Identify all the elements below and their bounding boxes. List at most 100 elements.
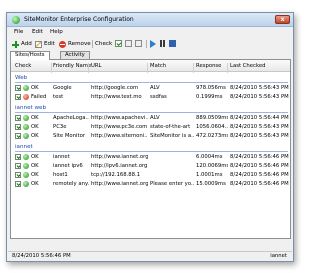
group-header[interactable]: Web <box>11 74 290 83</box>
cell-name: PC3e <box>53 124 67 130</box>
status-ok-icon <box>23 115 29 121</box>
menu-edit[interactable]: Edit <box>32 29 43 35</box>
edit-pencil-icon <box>35 40 42 48</box>
table-row[interactable]: OK Google http://google.com ALV 978.056ms 8/2… <box>11 84 290 92</box>
cell-url: http://www.iannet.org <box>91 181 148 187</box>
cell-name: Site Monitor <box>53 133 85 139</box>
close-button[interactable]: x <box>275 15 290 24</box>
cell-last: 8/24/2010 5:56:46 PM <box>230 163 289 169</box>
add-button[interactable]: Add <box>12 39 32 49</box>
row-checkbox[interactable] <box>15 172 21 178</box>
row-checkbox[interactable] <box>15 163 21 169</box>
status-ok-icon <box>23 133 29 139</box>
check-button[interactable]: Check <box>95 39 112 49</box>
cell-response: 978.056ms <box>196 85 226 91</box>
cell-match: SiteMonitor is a... <box>150 133 194 139</box>
row-checkbox[interactable] <box>15 124 21 130</box>
cell-url: http://www.sitemoni... <box>91 133 148 139</box>
sites-table[interactable]: Check Friendly Name URL Match Response L… <box>10 59 291 239</box>
tab-activity[interactable]: Activity <box>60 51 90 59</box>
checkbox-icon[interactable] <box>115 40 122 47</box>
cell-url: http://www.pc3e.com <box>91 124 148 130</box>
table-row[interactable]: OK ApacheLoga... http://www.apachevi... ALV… <box>11 114 290 122</box>
cell-match: ssdfas <box>150 94 167 100</box>
cell-url: http://ipv6.iannet.org <box>91 163 148 169</box>
row-checkbox[interactable] <box>15 181 21 187</box>
status-ok-icon <box>23 124 29 130</box>
cell-last: 8/24/2010 5:56:46 PM <box>230 172 289 178</box>
row-checkbox[interactable] <box>15 115 21 121</box>
add-label: Add <box>21 41 32 47</box>
cell-url: http://www.test.mo <box>91 94 142 100</box>
cell-last: 8/24/2010 5:56:46 PM <box>230 154 289 160</box>
group-divider <box>15 112 288 113</box>
cell-match: ALV <box>150 85 160 91</box>
cell-last: 8/24/2010 5:56:46 PM <box>230 181 289 187</box>
edit-button[interactable]: Edit <box>35 39 55 49</box>
status-ok-icon <box>23 163 29 169</box>
cell-last: 8/24/2010 5:56:43 PM <box>230 94 289 100</box>
document-icon[interactable] <box>135 40 142 47</box>
status-text: OK <box>31 181 39 187</box>
cell-response: 120.0069ms <box>196 163 228 169</box>
group-divider <box>15 151 288 152</box>
cell-response: 1056.0604... <box>196 124 228 130</box>
status-time: 8/24/2010 5:56:46 PM <box>12 253 71 259</box>
table-row[interactable]: OK host1 tcp://192.168.88.1 1.0001ms 8/24/20… <box>11 171 290 179</box>
row-checkbox[interactable] <box>15 154 21 160</box>
status-text: OK <box>31 115 39 121</box>
col-last-checked[interactable]: Last Checked <box>230 63 265 69</box>
edit-label: Edit <box>44 41 55 47</box>
app-window: SiteMonitor Enterprise Configuration x F… <box>6 12 294 262</box>
col-match[interactable]: Match <box>150 63 166 69</box>
row-checkbox[interactable] <box>15 94 21 100</box>
menu-file[interactable]: File <box>14 29 23 35</box>
cell-match: ALV <box>150 115 160 121</box>
column-divider[interactable] <box>193 63 194 73</box>
column-divider[interactable] <box>51 63 52 73</box>
row-checkbox[interactable] <box>15 85 21 91</box>
cell-name: remotely any... <box>53 181 89 187</box>
col-check[interactable]: Check <box>15 63 31 69</box>
plus-icon <box>12 40 19 48</box>
group-header[interactable]: iannet web <box>11 104 290 113</box>
table-row[interactable]: OK iannet http://www.iannet.org 6.0004ms 8/2… <box>11 153 290 161</box>
tab-sites-hosts[interactable]: Sites/Hosts <box>10 51 50 60</box>
cell-response: 889.0509ms <box>196 115 228 121</box>
menu-help[interactable]: Help <box>50 29 63 35</box>
remove-button[interactable]: Remove <box>59 39 91 49</box>
cell-response: 1.0001ms <box>196 172 223 178</box>
cell-last: 8/24/2010 5:56:43 PM <box>230 124 289 130</box>
cell-url: tcp://192.168.88.1 <box>91 172 141 178</box>
menu-bar: File Edit Help <box>8 28 292 37</box>
column-divider[interactable] <box>227 63 228 73</box>
table-row[interactable]: OK remotely any... http://www.iannet.org Pl… <box>11 180 290 188</box>
copy-icon[interactable] <box>125 40 132 47</box>
column-divider[interactable] <box>147 63 148 73</box>
title-bar: SiteMonitor Enterprise Configuration x <box>7 13 293 27</box>
col-response[interactable]: Response <box>196 63 221 69</box>
pause-icon[interactable] <box>159 40 166 47</box>
table-row[interactable]: OK iannet ipv6 http://ipv6.iannet.org 120.0… <box>11 162 290 170</box>
table-row[interactable]: OK PC3e http://www.pc3e.com state-of-the-ar… <box>11 123 290 131</box>
row-checkbox[interactable] <box>15 133 21 139</box>
status-text: OK <box>31 85 39 91</box>
group-divider <box>15 82 288 83</box>
cell-url: http://google.com <box>91 85 139 91</box>
play-icon[interactable] <box>150 40 156 48</box>
cell-response: 6.0004ms <box>196 154 223 160</box>
status-ok-icon <box>23 172 29 178</box>
column-divider[interactable] <box>88 63 89 73</box>
cell-last: 8/24/2010 5:56:44 PM <box>230 115 289 121</box>
cell-url: http://www.iannet.org <box>91 154 148 160</box>
cell-last: 8/24/2010 5:56:43 PM <box>230 133 289 139</box>
stop-icon[interactable] <box>169 40 176 47</box>
col-friendly-name[interactable]: Friendly Name <box>53 63 91 69</box>
table-row[interactable]: Failed test http://www.test.mo ssdfas 0.1999… <box>11 93 290 101</box>
group-header[interactable]: iannet <box>11 143 290 152</box>
col-url[interactable]: URL <box>91 63 102 69</box>
group-label: iannet web <box>15 105 47 111</box>
status-failed-icon <box>23 94 29 100</box>
cell-match: Please enter yo... <box>150 181 194 187</box>
table-row[interactable]: OK Site Monitor http://www.sitemoni... Site… <box>11 132 290 140</box>
